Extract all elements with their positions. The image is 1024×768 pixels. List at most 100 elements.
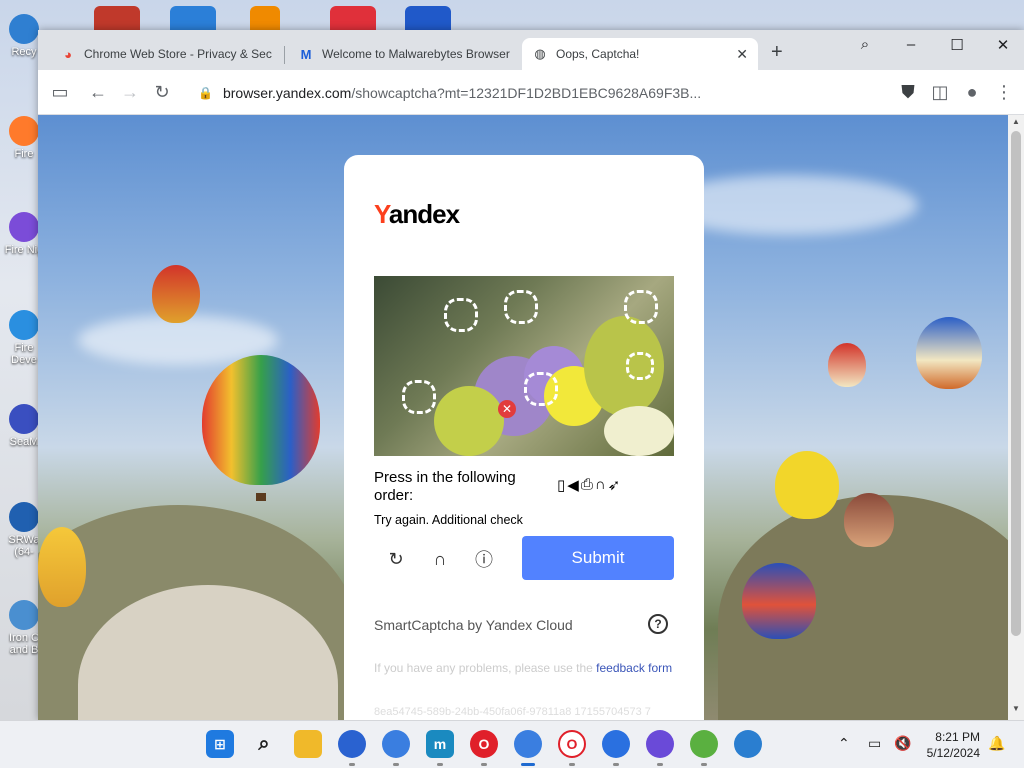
scroll-thumb[interactable] — [1011, 131, 1021, 636]
yandex-logo: Yandex — [374, 199, 460, 229]
smartcaptcha-brand: SmartCaptcha by Yandex Cloud — [374, 617, 573, 633]
refresh-icon[interactable]: ↻ — [384, 547, 408, 571]
captcha-rocket-glyph-icon[interactable] — [624, 290, 658, 324]
start-windows-icon[interactable]: ⊞ — [206, 730, 234, 758]
firefox-nightly-icon — [9, 212, 39, 242]
opera-icon[interactable]: O — [470, 730, 498, 758]
taskbar-app-icon[interactable]: m — [426, 730, 454, 758]
tab-malwarebytes[interactable]: M Welcome to Malwarebytes Browser — [288, 38, 520, 70]
hot-air-balloon — [202, 355, 320, 485]
headphones-icon: ∩ — [594, 476, 606, 493]
hot-air-balloon — [152, 265, 200, 323]
printer-icon: ⎙ — [580, 476, 593, 493]
tab-oops-captcha[interactable]: ◍ Oops, Captcha! ✕ — [522, 38, 758, 70]
phone-icon: ▯ — [557, 477, 566, 494]
captcha-printer-glyph-icon[interactable] — [402, 380, 436, 414]
tab-strip: ◕ Chrome Web Store - Privacy & Secu M We… — [38, 30, 1024, 70]
notification-bell-icon[interactable]: 🔔 — [988, 735, 1005, 752]
flower — [604, 406, 674, 456]
page-content: ▲ ▼ Yandex ✕ Press in the following orde… — [38, 115, 1024, 720]
running-indicator — [613, 763, 619, 766]
problems-note: If you have any problems, please use the… — [374, 660, 674, 676]
split-view-icon[interactable]: ◫ — [928, 80, 952, 104]
firefox-nightly-taskbar-icon[interactable] — [646, 730, 674, 758]
captcha-extra-glyph-icon[interactable] — [524, 372, 558, 406]
address-bar[interactable]: 🔒 browser.yandex.com/showcaptcha?mt=1232… — [198, 77, 904, 109]
captcha-instruction: Press in the following order: — [374, 469, 516, 504]
reload-button[interactable]: ↻ — [150, 80, 174, 104]
desktop-icon-label: Iron C and B — [9, 632, 39, 656]
tab-chrome-web-store[interactable]: ◕ Chrome Web Store - Privacy & Secu — [50, 38, 282, 70]
close-window-button[interactable]: ✕ — [988, 36, 1018, 54]
firefox-developer-icon — [9, 310, 39, 340]
captcha-phone-glyph-icon[interactable] — [444, 298, 478, 332]
firefox-icon — [9, 116, 39, 146]
browser-toolbar: ▭ ← → ↻ 🔒 browser.yandex.com/showcaptcha… — [38, 70, 1024, 115]
desktop-icon-label: Fire — [14, 148, 34, 160]
menu-kebab-icon[interactable]: ⋮ — [992, 80, 1016, 104]
captcha-status: Try again. Additional check — [374, 513, 523, 527]
forward-button[interactable]: → — [118, 80, 142, 104]
url-path: /showcaptcha?mt=12321DF1D2BD1EBC9628A69F… — [351, 85, 702, 101]
system-clock[interactable]: 8:21 PM 5/12/2024 — [927, 729, 980, 761]
tab-title: Oops, Captcha! — [556, 47, 640, 61]
order-icons: ▯ ◀ ⎙ ∩ ➶ — [557, 476, 620, 494]
captcha-headphones-glyph-icon[interactable] — [504, 290, 538, 324]
info-icon[interactable]: ⓘ — [472, 547, 496, 571]
firefox-taskbar-icon[interactable] — [602, 730, 630, 758]
globe-icon: ◍ — [534, 46, 546, 61]
scroll-up-arrow-icon[interactable]: ▲ — [1008, 117, 1024, 131]
taskbar-app-icon[interactable] — [382, 730, 410, 758]
problems-text: If you have any problems, please use the — [374, 661, 597, 675]
captcha-card: Yandex ✕ Press in the following order: ▯ — [344, 155, 704, 720]
file-explorer-icon[interactable] — [294, 730, 322, 758]
active-indicator — [521, 763, 535, 766]
hot-air-balloon — [844, 493, 894, 547]
chrome-icon[interactable] — [514, 730, 542, 758]
globe-browser-icon[interactable] — [734, 730, 762, 758]
audio-captcha-icon[interactable]: ∩ — [428, 547, 452, 571]
help-button[interactable]: ? — [648, 614, 668, 634]
captcha-megaphone-glyph-icon[interactable] — [626, 352, 654, 380]
new-tab-button[interactable]: + — [771, 42, 783, 62]
tab-title: Welcome to Malwarebytes Browser — [322, 47, 510, 61]
hot-air-balloon — [775, 451, 839, 519]
desktop-icon-label: SeaM — [9, 436, 39, 448]
running-indicator — [349, 763, 355, 766]
running-indicator — [437, 763, 443, 766]
shield-extension-icon[interactable]: ⛊ — [896, 80, 920, 104]
running-indicator — [393, 763, 399, 766]
scroll-down-arrow-icon[interactable]: ▼ — [1008, 704, 1024, 718]
maximize-button[interactable]: ☐ — [942, 36, 972, 54]
running-indicator — [481, 763, 487, 766]
profile-avatar-icon[interactable]: ● — [960, 80, 984, 104]
tab-separator — [284, 46, 285, 64]
url-host: browser.yandex.com — [222, 85, 352, 101]
search-tabs-icon[interactable]: ⌕ — [850, 36, 880, 53]
back-button[interactable]: ← — [86, 80, 110, 104]
taskbar-app-icon[interactable] — [690, 730, 718, 758]
side-panel-icon[interactable]: ▭ — [48, 80, 72, 104]
network-icon[interactable]: ▭ — [868, 735, 881, 752]
running-indicator — [569, 763, 575, 766]
desktop-icon-label: Recy — [11, 46, 37, 58]
feedback-form-link[interactable]: feedback form — [596, 661, 672, 675]
captcha-image[interactable]: ✕ — [374, 276, 674, 456]
opera-gx-icon[interactable]: O — [558, 730, 586, 758]
volume-icon[interactable]: 🔇 — [894, 735, 911, 752]
tab-close-icon[interactable]: ✕ — [728, 46, 748, 63]
flower — [434, 386, 504, 456]
recycle-bin-glyph-icon — [9, 14, 39, 44]
running-indicator — [701, 763, 707, 766]
browser-window: ◕ Chrome Web Store - Privacy & Secu M We… — [38, 30, 1024, 720]
taskbar-app-icon[interactable] — [338, 730, 366, 758]
taskbar-search-icon[interactable]: ⌕ — [250, 730, 278, 758]
hot-air-balloon — [828, 343, 866, 387]
clock-time: 8:21 PM — [935, 730, 980, 744]
show-hidden-icons-icon[interactable]: ⌃ — [838, 735, 850, 752]
page-scrollbar[interactable]: ▲ ▼ — [1008, 115, 1024, 720]
hot-air-balloon — [742, 563, 816, 639]
minimize-button[interactable]: – — [896, 36, 926, 53]
submit-button[interactable]: Submit — [522, 536, 674, 580]
megaphone-icon: ◀ — [567, 477, 579, 494]
